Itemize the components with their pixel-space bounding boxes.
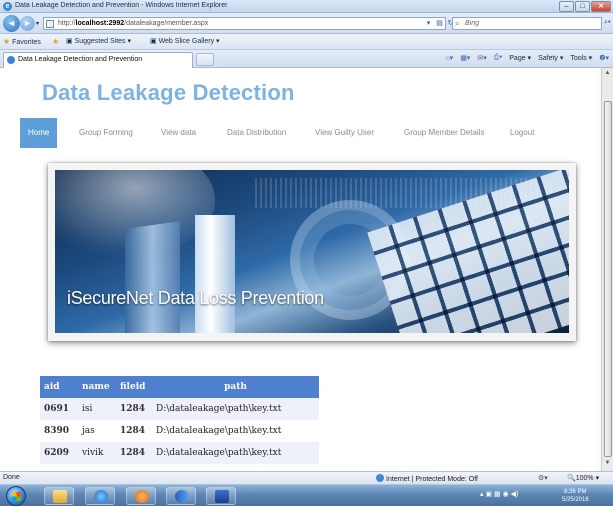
help-icon[interactable]: ❷▾ [599, 54, 609, 62]
vertical-scrollbar[interactable]: ▲ ▼ [601, 68, 613, 471]
forward-button[interactable]: ► [20, 16, 35, 31]
url-dropdown-icon[interactable]: ▾ [424, 19, 433, 28]
suggested-sites-link[interactable]: ▣ Suggested Sites ▾ [66, 37, 131, 45]
window-title: Data Leakage Detection and Prevention - … [15, 2, 228, 9]
table-row: 8390 jas 1284 D:\dataleakage\path\key.tx… [40, 420, 319, 442]
explorer-taskbar-button[interactable] [44, 487, 74, 505]
page-menu[interactable]: Page ▾ [509, 54, 531, 62]
taskbar: ▴ ▣ ▦ ◉ ◀) 8:36 PM 5/25/2016 [0, 484, 613, 506]
nav-group-forming[interactable]: Group Forming [79, 118, 133, 148]
status-text: Done [3, 474, 20, 481]
table-row: 0691 isi 1284 D:\dataleakage\path\key.tx… [40, 398, 319, 420]
add-favorites-icon[interactable]: ★ [52, 37, 59, 46]
close-button[interactable]: ✕ [591, 1, 611, 12]
system-tray[interactable]: ▴ ▣ ▦ ◉ ◀) [480, 490, 518, 498]
banner-tagline: iSecureNet Data Loss Prevention [67, 288, 324, 308]
page-viewport: Data Leakage Detection Home Group Formin… [0, 68, 601, 471]
search-go-icon[interactable]: ⌕▾ [604, 19, 611, 27]
member-table: aid name fileid path 0691 isi 1284 D:\da… [40, 376, 319, 464]
favorites-button[interactable]: ★ Favorites [3, 37, 41, 46]
search-icon: ⌕ [455, 19, 460, 28]
compatibility-view-icon[interactable]: ▤ [435, 19, 444, 28]
search-placeholder: Bing [465, 20, 480, 27]
app-taskbar-button[interactable] [166, 487, 196, 505]
cell-name: jas [78, 420, 116, 442]
cell-fileid: 1284 [116, 420, 152, 442]
security-zone[interactable]: Internet | Protected Mode: Off [376, 474, 478, 483]
zoom-level[interactable]: 🔍100% ▾ [567, 474, 599, 482]
url-text[interactable]: http://localhost:2992/dataleakage/member… [58, 20, 208, 27]
cell-aid: 0691 [40, 398, 78, 420]
cell-path: D:\dataleakage\path\key.txt [152, 398, 319, 420]
cell-path: D:\dataleakage\path\key.txt [152, 442, 319, 464]
col-path: path [152, 376, 319, 398]
col-fileid: fileid [116, 376, 152, 398]
minimize-button[interactable]: – [559, 1, 574, 12]
tab-bar: Data Leakage Detection and Prevention ⌂▾… [0, 50, 613, 68]
ie-taskbar-button[interactable] [85, 487, 115, 505]
globe-icon [376, 474, 384, 482]
new-tab-button[interactable] [196, 53, 214, 66]
nav-view-guilty-user[interactable]: View Guilty User [315, 118, 374, 148]
cell-fileid: 1284 [116, 398, 152, 420]
scroll-thumb[interactable] [604, 101, 612, 457]
nav-group-member-details[interactable]: Group Member Details [404, 118, 484, 148]
page-icon [46, 20, 54, 28]
word-taskbar-button[interactable] [206, 487, 236, 505]
cell-path: D:\dataleakage\path\key.txt [152, 420, 319, 442]
status-bar: Done Internet | Protected Mode: Off ⚙▾ 🔍… [0, 471, 613, 484]
tab-label: Data Leakage Detection and Prevention [18, 56, 143, 63]
start-button[interactable] [6, 486, 26, 506]
ie-logo-icon: e [3, 2, 12, 11]
scroll-down-arrow-icon[interactable]: ▼ [604, 460, 611, 467]
window-title-bar: e Data Leakage Detection and Prevention … [0, 0, 613, 13]
favorites-bar: ★ Favorites ★ ▣ Suggested Sites ▾ ▣ Web … [0, 34, 613, 50]
banner-frame: iSecureNet Data Loss Prevention [48, 163, 576, 341]
banner-image: iSecureNet Data Loss Prevention [55, 170, 569, 333]
cell-name: vivik [78, 442, 116, 464]
protected-mode-icon[interactable]: ⚙▾ [538, 474, 548, 482]
print-icon[interactable]: ⎙▾ [494, 54, 503, 62]
table-row: 6209 vivik 1284 D:\dataleakage\path\key.… [40, 442, 319, 464]
tools-menu[interactable]: Tools ▾ [570, 54, 592, 62]
cell-aid: 8390 [40, 420, 78, 442]
home-icon[interactable]: ⌂▾ [445, 54, 453, 62]
clock[interactable]: 8:36 PM 5/25/2016 [562, 488, 589, 504]
address-bar: ◄ ► ▾ http://localhost:2992/dataleakage/… [0, 13, 613, 34]
command-bar: ⌂▾ ▦▾ ✉▾ ⎙▾ Page ▾ Safety ▾ Tools ▾ ❷▾ [438, 54, 609, 62]
nav-logout[interactable]: Logout [510, 118, 534, 148]
main-nav: Home Group Forming View data Data Distri… [20, 118, 599, 148]
col-name: name [78, 376, 116, 398]
nav-data-distribution[interactable]: Data Distribution [227, 118, 286, 148]
cell-fileid: 1284 [116, 442, 152, 464]
tab-current[interactable]: Data Leakage Detection and Prevention [3, 52, 193, 68]
site-title: Data Leakage Detection [42, 80, 295, 105]
history-dropdown-icon[interactable]: ▾ [36, 20, 39, 27]
table-header-row: aid name fileid path [40, 376, 319, 398]
nav-home[interactable]: Home [20, 118, 58, 148]
mail-icon[interactable]: ✉▾ [477, 54, 486, 62]
search-input[interactable]: ⌕ Bing [452, 17, 602, 30]
media-player-taskbar-button[interactable] [126, 487, 156, 505]
feeds-icon[interactable]: ▦▾ [460, 54, 470, 62]
cell-name: isi [78, 398, 116, 420]
star-icon: ★ [3, 37, 11, 46]
safety-menu[interactable]: Safety ▾ [538, 54, 563, 62]
maximize-button[interactable]: □ [575, 1, 590, 12]
web-slice-gallery-link[interactable]: ▣ Web Slice Gallery ▾ [150, 37, 220, 45]
cell-aid: 6209 [40, 442, 78, 464]
col-aid: aid [40, 376, 78, 398]
scroll-up-arrow-icon[interactable]: ▲ [604, 70, 611, 77]
url-input[interactable]: http://localhost:2992/dataleakage/member… [43, 17, 464, 30]
back-button[interactable]: ◄ [3, 15, 20, 32]
tab-page-icon [7, 56, 15, 64]
nav-view-data[interactable]: View data [161, 118, 196, 148]
